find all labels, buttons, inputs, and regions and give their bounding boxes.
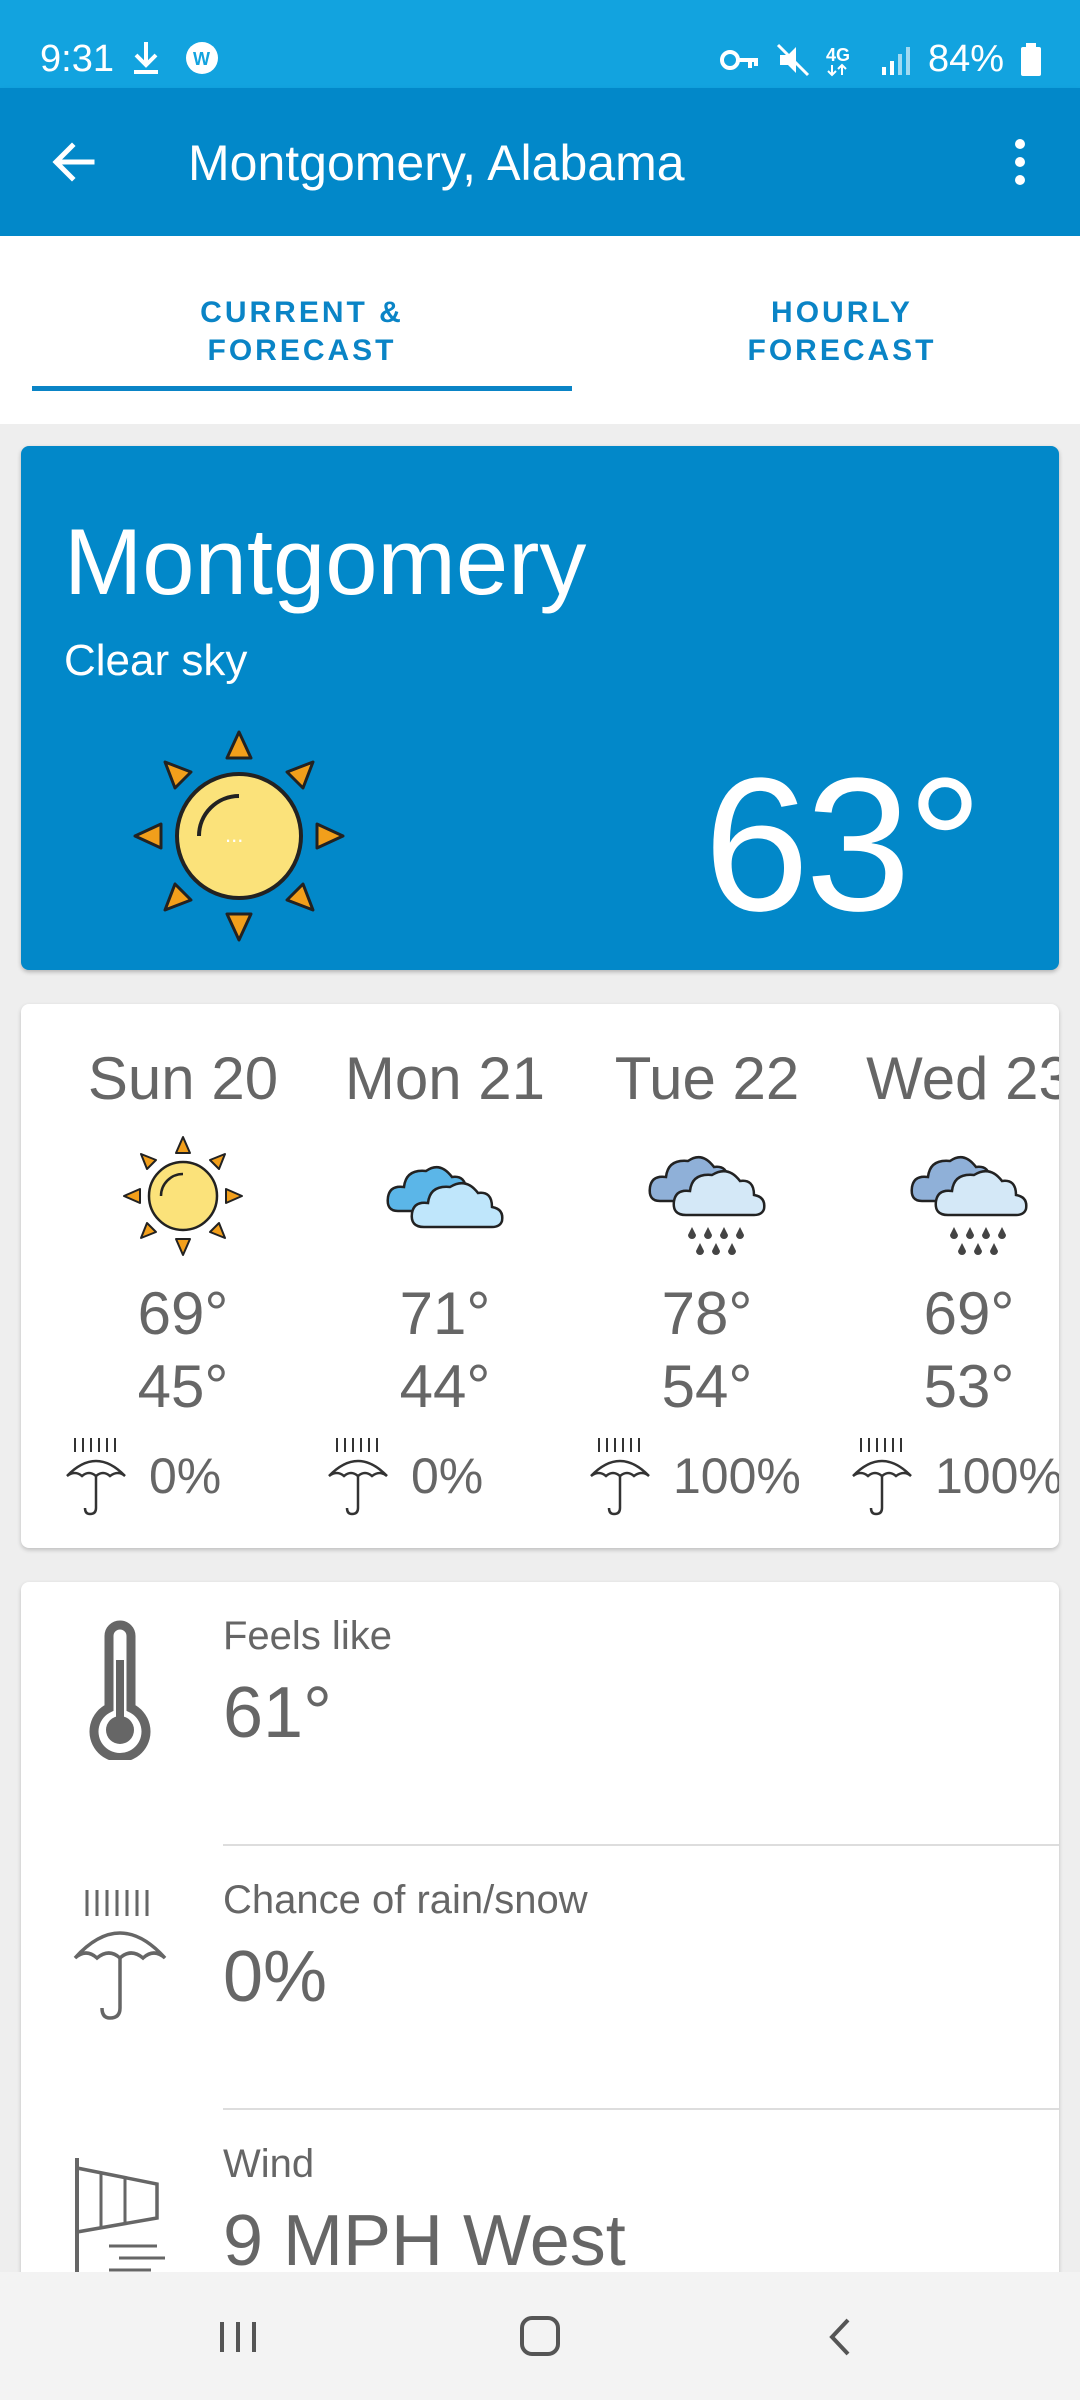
app-bar: Montgomery, Alabama xyxy=(0,88,1080,236)
forecast-precip-value: 100% xyxy=(673,1448,801,1504)
current-city: Montgomery xyxy=(64,509,587,614)
forecast-precip: 100% xyxy=(849,1436,1059,1516)
umbrella-rain-icon xyxy=(73,1890,167,2020)
forecast-low: 45° xyxy=(137,1353,229,1420)
detail-label: Feels like xyxy=(223,1614,392,1658)
forecast-high: 69° xyxy=(137,1280,229,1347)
current-temperature: 63° xyxy=(703,739,983,951)
current-condition: Clear sky xyxy=(64,636,248,685)
status-time: 9:31 xyxy=(40,38,114,80)
forecast-day: Tue 22 78° 54° 100% xyxy=(577,1044,837,1516)
system-nav-bar xyxy=(0,2272,1080,2400)
battery-icon xyxy=(1020,42,1042,77)
svg-text:4G: 4G xyxy=(826,45,850,65)
umbrella-rain-icon xyxy=(328,1438,388,1516)
forecast-precip: 0% xyxy=(325,1436,483,1516)
lte-icon: 4G xyxy=(826,43,866,77)
detail-row-feels-like: Feels like 61° xyxy=(21,1582,1059,1846)
thermometer-icon xyxy=(89,1620,151,1760)
sun-icon: ... xyxy=(129,726,349,946)
forecast-low: 53° xyxy=(923,1353,1015,1420)
home-icon[interactable] xyxy=(500,2302,580,2372)
cloudy-icon xyxy=(386,1165,504,1229)
app-badge-icon: W xyxy=(184,40,220,76)
umbrella-rain-icon xyxy=(66,1438,126,1516)
status-bar: 9:31 W 4G 84% xyxy=(0,0,1080,88)
forecast-precip: 0% xyxy=(63,1436,221,1516)
rain-cloud-icon xyxy=(648,1155,766,1255)
mute-icon xyxy=(776,43,810,77)
vpn-key-icon xyxy=(719,48,760,72)
download-icon xyxy=(130,40,162,76)
daily-forecast-card[interactable]: Sun 20 69° 45° 0% Mon 21 71° 44° 0% Tue … xyxy=(21,1004,1059,1548)
detail-value: 9 MPH West xyxy=(223,2201,626,2281)
forecast-day-name: Sun 20 xyxy=(87,1045,279,1112)
more-vertical-icon[interactable] xyxy=(990,132,1050,192)
forecast-low: 54° xyxy=(661,1353,753,1420)
forecast-high: 71° xyxy=(399,1280,491,1347)
detail-value: 0% xyxy=(223,1937,328,2017)
umbrella-rain-icon xyxy=(852,1438,912,1516)
detail-label: Wind xyxy=(223,2142,315,2186)
forecast-precip: 100% xyxy=(587,1436,801,1516)
forecast-precip-value: 100% xyxy=(935,1448,1059,1504)
svg-text:...: ... xyxy=(225,822,243,847)
sun-icon xyxy=(123,1136,243,1256)
forecast-precip-value: 0% xyxy=(149,1448,222,1504)
forecast-high: 78° xyxy=(661,1280,753,1347)
detail-label: Chance of rain/snow xyxy=(223,1878,588,1922)
forecast-low: 44° xyxy=(399,1353,491,1420)
tab-current-forecast[interactable]: CURRENT & FORECAST xyxy=(32,294,572,370)
forecast-day-name: Wed 23 xyxy=(866,1045,1059,1112)
tab-hourly-forecast[interactable]: HOURLY FORECAST xyxy=(572,294,1080,370)
forecast-day: Sun 20 69° 45° 0% xyxy=(53,1044,313,1516)
arrow-left-icon[interactable] xyxy=(44,132,104,192)
forecast-day-name: Tue 22 xyxy=(614,1045,800,1112)
recents-icon[interactable] xyxy=(198,2302,278,2372)
signal-icon xyxy=(881,45,912,75)
forecast-day: Wed 23 69° 53° 100% xyxy=(839,1044,1059,1516)
detail-row-precip: Chance of rain/snow 0% xyxy=(21,1846,1059,2110)
forecast-precip-value: 0% xyxy=(411,1448,484,1504)
forecast-day-name: Mon 21 xyxy=(344,1045,546,1112)
umbrella-rain-icon xyxy=(590,1438,650,1516)
weather-details-card: Feels like 61° Chance of rain/snow 0% Wi… xyxy=(21,1582,1059,2282)
detail-row-wind: Wind 9 MPH West xyxy=(21,2110,1059,2282)
forecast-high: 69° xyxy=(923,1280,1015,1347)
detail-value: 61° xyxy=(223,1673,332,1753)
tab-indicator xyxy=(32,386,572,391)
page-title: Montgomery, Alabama xyxy=(188,135,685,191)
current-weather-card: Montgomery Clear sky ... 63° xyxy=(21,446,1059,970)
back-icon[interactable] xyxy=(802,2302,882,2372)
rain-cloud-icon xyxy=(910,1155,1028,1255)
forecast-day: Mon 21 71° 44° 0% xyxy=(315,1044,575,1516)
battery-percent: 84% xyxy=(927,38,1004,80)
tab-bar: CURRENT & FORECAST HOURLY FORECAST xyxy=(0,236,1080,424)
svg-text:W: W xyxy=(193,49,210,69)
windsock-icon xyxy=(75,2158,165,2282)
